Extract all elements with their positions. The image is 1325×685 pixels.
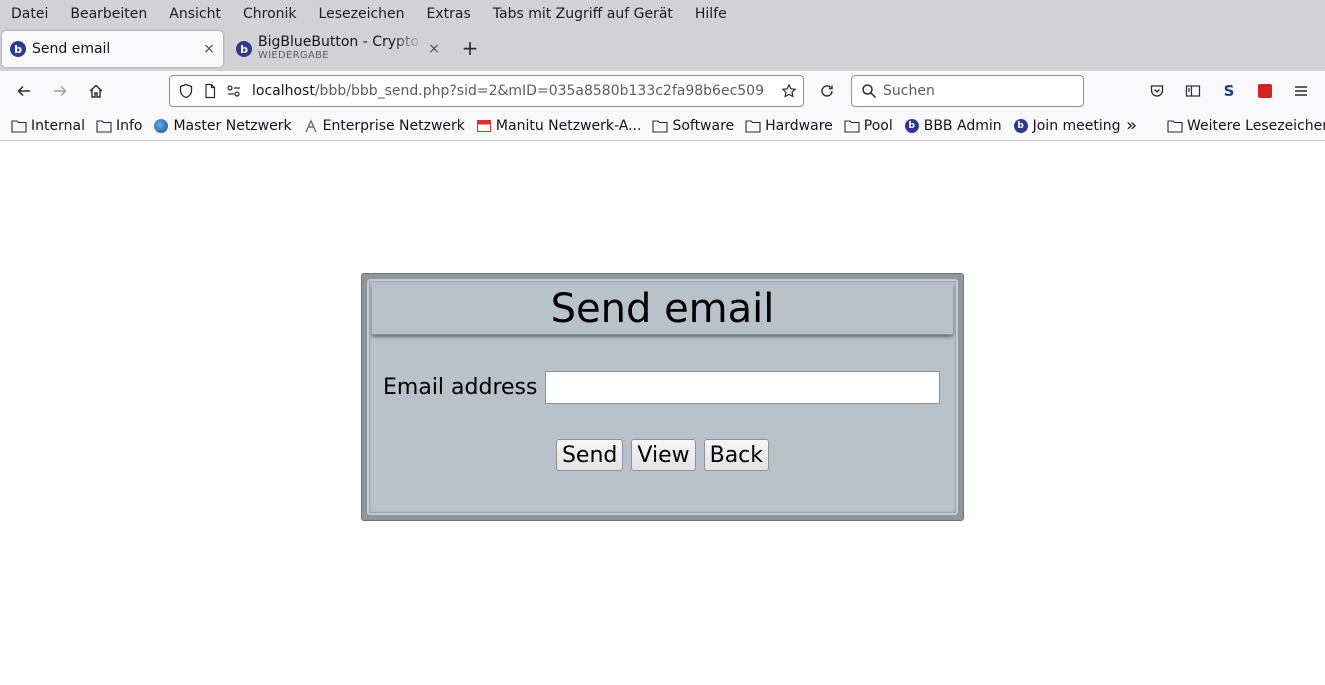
email-row: Email address: [383, 371, 941, 404]
menu-ansicht[interactable]: Ansicht: [158, 6, 232, 22]
view-button[interactable]: View: [631, 439, 696, 471]
bookmark-manitu-netzwerk[interactable]: Manitu Netzwerk-A...: [476, 117, 642, 134]
folder-icon: [745, 118, 761, 134]
url-bar[interactable]: localhost/bbb/bbb_send.php?sid=2&mID=035…: [169, 75, 804, 107]
bookmark-pool[interactable]: Pool: [844, 118, 893, 134]
app-menu-button[interactable]: [1289, 79, 1313, 103]
back-button-form[interactable]: Back: [703, 439, 770, 471]
sidebar-icon: [1185, 85, 1201, 97]
page-icon[interactable]: [202, 83, 218, 99]
tab-close-icon[interactable]: ×: [424, 41, 444, 57]
menu-datei[interactable]: Datei: [0, 6, 59, 22]
url-host: localhost: [252, 83, 315, 99]
globe-icon: [153, 118, 169, 134]
bookmark-hardware[interactable]: Hardware: [745, 118, 833, 134]
menu-extras[interactable]: Extras: [416, 6, 482, 22]
navigation-toolbar: localhost/bbb/bbb_send.php?sid=2&mID=035…: [0, 71, 1325, 111]
url-text[interactable]: localhost/bbb/bbb_send.php?sid=2&mID=035…: [252, 83, 781, 99]
bbb-favicon-icon: b: [10, 41, 26, 57]
bookmark-enterprise-netzwerk[interactable]: Enterprise Netzwerk: [303, 118, 465, 134]
folder-icon: [1167, 118, 1183, 134]
bookmark-info[interactable]: Info: [96, 117, 143, 134]
extension-s-button[interactable]: S: [1217, 79, 1241, 103]
enterprise-icon: [303, 118, 319, 134]
chevron-double-right-icon: »: [1126, 115, 1138, 136]
manitu-icon: [476, 118, 492, 134]
tab-title-block: BigBlueButton - Crypto-B WIEDERGABE: [258, 35, 424, 63]
panel-body: Send email Email address Send View Back: [367, 279, 958, 515]
tab-playing-label: WIEDERGABE: [258, 50, 329, 61]
forward-button[interactable]: [48, 79, 72, 103]
bookmark-label: BBB Admin: [923, 117, 1002, 134]
bookmarks-overflow-button[interactable]: »: [1126, 111, 1137, 140]
youtube-icon: [1258, 84, 1272, 98]
tab-title: BigBlueButton - Crypto-B: [258, 35, 424, 50]
bookmark-internal[interactable]: Internal: [11, 118, 85, 134]
bookmark-label: Join meeting: [1032, 117, 1121, 134]
reload-button[interactable]: [815, 79, 839, 103]
email-field[interactable]: [545, 371, 941, 404]
tab-send-email[interactable]: b Send email ×: [2, 31, 223, 67]
menu-chronik[interactable]: Chronik: [232, 6, 308, 22]
bookmark-join-meeting[interactable]: b Join meeting: [1013, 118, 1121, 134]
bookmark-label: Pool: [863, 117, 893, 134]
bookmark-label: Internal: [31, 117, 85, 134]
new-tab-button[interactable]: +: [460, 37, 480, 61]
arrow-left-icon: [17, 85, 30, 97]
send-email-panel: Send email Email address Send View Back: [361, 273, 964, 521]
menu-bar: Datei Bearbeiten Ansicht Chronik Lesezei…: [0, 0, 1325, 27]
menu-hilfe[interactable]: Hilfe: [684, 6, 738, 22]
menu-tabs-geraet[interactable]: Tabs mit Zugriff auf Gerät: [482, 6, 684, 22]
search-placeholder: Suchen: [883, 83, 935, 99]
tab-bar: b Send email × b BigBlueButton - Crypto-…: [0, 27, 1325, 71]
bookmark-label: Software: [672, 117, 735, 134]
tab-bigbluebutton[interactable]: b BigBlueButton - Crypto-B WIEDERGABE ×: [228, 31, 448, 67]
page-title: Send email: [372, 284, 953, 335]
bookmark-bbb-admin[interactable]: b BBB Admin: [904, 118, 1002, 134]
browser-chrome: Datei Bearbeiten Ansicht Chronik Lesezei…: [0, 0, 1325, 141]
bookmarks-toolbar: Internal Info Master Netzwerk Enterprise…: [0, 111, 1325, 141]
folder-icon: [11, 118, 27, 134]
folder-icon: [96, 118, 112, 134]
tab-close-icon[interactable]: ×: [199, 41, 219, 57]
arrow-right-icon: [54, 85, 67, 97]
reload-icon: [821, 85, 833, 97]
bookmark-label: Enterprise Netzwerk: [322, 117, 465, 134]
bbb-icon: b: [1013, 118, 1029, 134]
bookmark-label: Manitu Netzwerk-A...: [495, 117, 642, 134]
menu-lesezeichen[interactable]: Lesezeichen: [308, 6, 416, 22]
extension-s-icon: S: [1223, 82, 1235, 100]
send-button[interactable]: Send: [555, 439, 624, 471]
hamburger-menu-icon: [1295, 86, 1307, 96]
bookmark-label: Weitere Lesezeichen: [1187, 117, 1325, 134]
bookmark-software[interactable]: Software: [652, 118, 734, 134]
folder-icon: [652, 118, 668, 134]
bookmark-label: Master Netzwerk: [173, 117, 292, 134]
button-row: Send View Back: [369, 439, 956, 471]
sidebar-button[interactable]: [1181, 79, 1205, 103]
back-button[interactable]: [12, 79, 36, 103]
pocket-button[interactable]: [1145, 79, 1169, 103]
bbb-icon: b: [904, 118, 920, 134]
bookmark-further-folder[interactable]: Weitere Lesezeichen: [1167, 111, 1325, 140]
shield-icon[interactable]: [178, 83, 194, 99]
bookmark-label: Info: [115, 117, 143, 134]
folder-icon: [844, 118, 860, 134]
home-button[interactable]: [84, 79, 108, 103]
bookmark-star-icon[interactable]: [781, 83, 797, 99]
search-bar[interactable]: Suchen: [851, 75, 1084, 107]
tab-title: Send email: [32, 41, 111, 57]
extension-youtube-button[interactable]: [1253, 79, 1277, 103]
url-path: /bbb/bbb_send.php?sid=2&mID=035a8580b133…: [314, 83, 764, 99]
bookmark-master-netzwerk[interactable]: Master Netzwerk: [153, 117, 292, 134]
permissions-icon[interactable]: [226, 83, 242, 99]
bbb-favicon-icon: b: [236, 41, 252, 57]
home-icon: [89, 84, 103, 98]
bookmark-label: Hardware: [765, 117, 833, 134]
search-icon: [862, 84, 877, 99]
pocket-icon: [1150, 85, 1164, 97]
email-label: Email address: [383, 375, 538, 400]
menu-bearbeiten[interactable]: Bearbeiten: [59, 6, 158, 22]
